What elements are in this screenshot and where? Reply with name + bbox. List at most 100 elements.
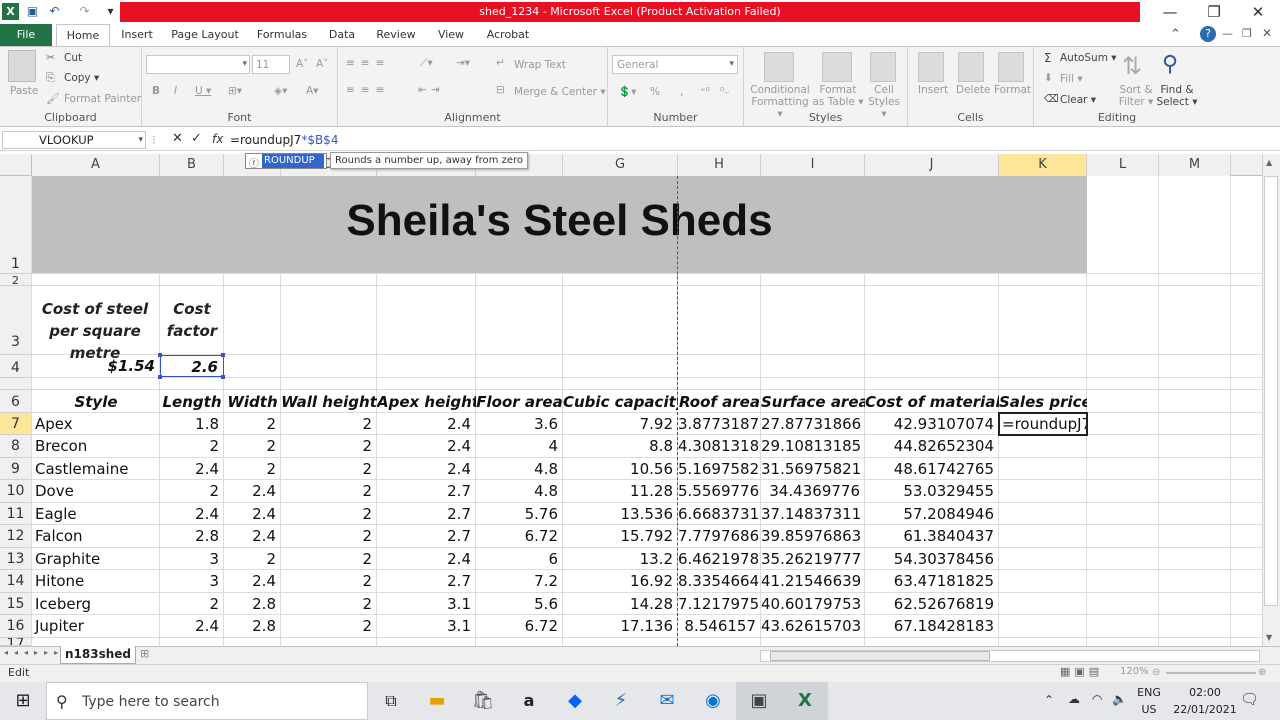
row-header-4[interactable]: 4	[0, 355, 32, 378]
windows-start-icon[interactable]: ⊞	[0, 682, 46, 720]
column-header-g[interactable]: G	[563, 154, 678, 176]
table-cell[interactable]: 2.7	[377, 525, 476, 547]
table-cell[interactable]: 16.92	[563, 570, 678, 592]
vertical-align-icons[interactable]: ≡≡≡	[346, 57, 390, 69]
store-icon[interactable]: 🛍	[460, 682, 506, 720]
format-as-table-button[interactable]: Format as Table ▾	[812, 84, 864, 108]
tab-data[interactable]: Data	[322, 24, 362, 46]
clear-button[interactable]: Clear ▾	[1060, 94, 1096, 106]
decrease-decimal-icon[interactable]: ⁰₋	[720, 86, 730, 98]
vertical-scroll-thumb[interactable]	[1264, 176, 1278, 606]
table-cell[interactable]: 2.4	[377, 413, 476, 435]
formula-input[interactable]: =roundupJ7*$B$4	[230, 131, 1276, 149]
table-cell[interactable]: 6.6683731	[678, 503, 761, 525]
table-cell[interactable]: 2	[224, 548, 281, 570]
table-cell[interactable]: 2.7	[377, 480, 476, 502]
tab-formulas[interactable]: Formulas	[252, 24, 312, 46]
table-cell[interactable]: 2	[281, 435, 377, 457]
row-header-10[interactable]: 10	[0, 480, 32, 503]
range-handle[interactable]	[158, 375, 162, 379]
cell-k7-editing[interactable]: =roundupJ7*	[998, 412, 1088, 436]
shrink-font-icon[interactable]: A˅	[316, 58, 328, 70]
column-header-b[interactable]: B	[160, 154, 224, 176]
table-cell[interactable]: 3.6	[476, 413, 563, 435]
column-heading[interactable]: Style	[32, 391, 160, 413]
range-handle[interactable]	[221, 353, 225, 357]
table-cell[interactable]: 34.4369776	[761, 480, 865, 502]
orientation-icon[interactable]: ⟋▾	[420, 57, 433, 70]
tab-insert[interactable]: Insert	[114, 24, 160, 46]
table-cell[interactable]: 31.56975821	[761, 458, 865, 480]
tab-file[interactable]: File	[0, 24, 52, 46]
horizontal-align-icons[interactable]: ≡≡≡	[346, 84, 390, 96]
table-cell[interactable]: 2.8	[224, 593, 281, 615]
bold-button[interactable]: B	[152, 85, 160, 97]
amazon-icon[interactable]: a	[506, 682, 552, 720]
table-cell[interactable]: Eagle	[32, 503, 160, 525]
table-cell[interactable]: 4.8	[476, 480, 563, 502]
scroll-down-icon[interactable]: ▼	[1266, 633, 1272, 642]
save-icon[interactable]: ▣	[24, 3, 41, 20]
table-cell[interactable]: 2.4	[160, 458, 224, 480]
column-heading[interactable]: Wall height	[281, 391, 377, 413]
row-header-14[interactable]: 14	[0, 570, 32, 593]
tab-view[interactable]: View	[430, 24, 472, 46]
cancel-icon[interactable]: ✕	[172, 131, 183, 146]
table-cell[interactable]: 2	[281, 548, 377, 570]
notifications-icon[interactable]: 🗨	[1240, 690, 1259, 708]
zoom-in-icon[interactable]: ⊕	[1258, 667, 1266, 678]
find-select-button[interactable]: Find & Select ▾	[1156, 84, 1198, 108]
table-cell[interactable]: 41.21546639	[761, 570, 865, 592]
table-cell[interactable]: 2.4	[224, 480, 281, 502]
row-header-5[interactable]	[0, 378, 32, 390]
table-cell[interactable]: 2	[281, 480, 377, 502]
table-cell[interactable]: 2.7	[377, 503, 476, 525]
table-cell[interactable]: Brecon	[32, 435, 160, 457]
table-cell[interactable]: 2	[281, 525, 377, 547]
format-painter-button[interactable]: Format Painter	[64, 93, 141, 105]
table-cell[interactable]: 57.2084946	[865, 503, 999, 525]
table-cell[interactable]: 44.82652304	[865, 435, 999, 457]
table-cell[interactable]: 53.0329455	[865, 480, 999, 502]
task-view-icon[interactable]: ⧉	[368, 682, 414, 720]
row-header-9[interactable]: 9	[0, 458, 32, 480]
column-header-m[interactable]: M	[1159, 154, 1231, 176]
sheet-tab-n183shed[interactable]: n183shed	[60, 646, 136, 664]
paste-icon[interactable]	[8, 50, 36, 82]
region-indicator[interactable]: US	[1136, 703, 1162, 716]
table-cell[interactable]: 7.7797686	[678, 525, 761, 547]
table-cell[interactable]: 7.92	[563, 413, 678, 435]
volume-icon[interactable]: 🔈	[1112, 692, 1127, 706]
range-handle[interactable]	[158, 353, 162, 357]
file-explorer-icon[interactable]: ▬	[414, 682, 460, 720]
table-cell[interactable]: Graphite	[32, 548, 160, 570]
borders-icon[interactable]: ⊞▾	[228, 85, 242, 97]
select-all-button[interactable]	[0, 154, 32, 176]
table-cell[interactable]: 2	[224, 413, 281, 435]
table-cell[interactable]: Hitone	[32, 570, 160, 592]
grow-font-icon[interactable]: A˄	[296, 58, 308, 70]
autosum-button[interactable]: AutoSum ▾	[1060, 52, 1117, 64]
percent-button[interactable]: %	[650, 86, 660, 98]
insert-cells-button[interactable]: Insert	[918, 84, 948, 96]
help-icon[interactable]: ?	[1200, 26, 1216, 42]
italic-button[interactable]: I	[174, 85, 177, 97]
table-cell[interactable]: 14.28	[563, 593, 678, 615]
indent-buttons[interactable]: ⇤⇥	[418, 84, 444, 96]
tab-home[interactable]: Home	[56, 24, 110, 46]
row-header-6[interactable]: 6	[0, 390, 32, 413]
sort-filter-button[interactable]: Sort & Filter ▾	[1112, 84, 1160, 108]
table-cell[interactable]: 35.26219777	[761, 548, 865, 570]
table-cell[interactable]: 3.1	[377, 615, 476, 637]
table-cell[interactable]: 2	[281, 593, 377, 615]
column-heading[interactable]: Length	[160, 391, 224, 413]
table-cell[interactable]: 7.2	[476, 570, 563, 592]
table-cell[interactable]: 4	[476, 435, 563, 457]
conditional-formatting-button[interactable]: Conditional Formatting ▾	[750, 84, 810, 120]
zoom-level[interactable]: 120%	[1120, 666, 1149, 677]
wrap-text-button[interactable]: Wrap Text	[514, 59, 566, 71]
table-cell[interactable]: 6	[476, 548, 563, 570]
table-cell[interactable]: 2.7	[377, 570, 476, 592]
table-cell[interactable]: Castlemaine	[32, 458, 160, 480]
row-header-16[interactable]: 16	[0, 615, 32, 638]
